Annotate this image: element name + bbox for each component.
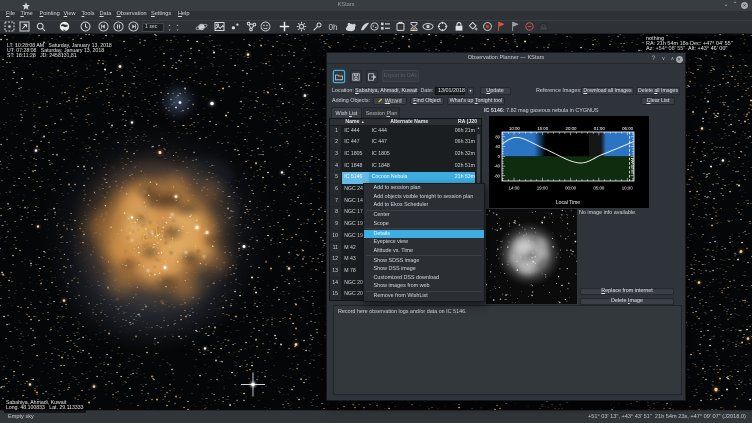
svg-text:Local Time: Local Time [556, 200, 580, 206]
svg-text:-40: -40 [494, 164, 501, 169]
svg-text:-80: -80 [494, 173, 501, 178]
svg-text:19:00: 19:00 [537, 186, 549, 191]
svg-text:15:00: 15:00 [537, 126, 549, 131]
svg-text:06:00: 06:00 [622, 126, 634, 131]
svg-text:40: 40 [495, 144, 500, 149]
svg-text:0h: 0h [328, 23, 337, 32]
svg-text:14:00: 14:00 [509, 186, 521, 191]
svg-text:01:00: 01:00 [594, 126, 606, 131]
svg-text:10:00: 10:00 [622, 186, 634, 191]
svg-text:80: 80 [495, 134, 500, 139]
svg-text:10:28 AM: 10:28 AM [631, 158, 635, 174]
svg-text:10:00: 10:00 [509, 126, 521, 131]
svg-text:20:00: 20:00 [566, 126, 578, 131]
svg-text:00:00: 00:00 [565, 186, 577, 191]
svg-text:05:00: 05:00 [593, 186, 605, 191]
